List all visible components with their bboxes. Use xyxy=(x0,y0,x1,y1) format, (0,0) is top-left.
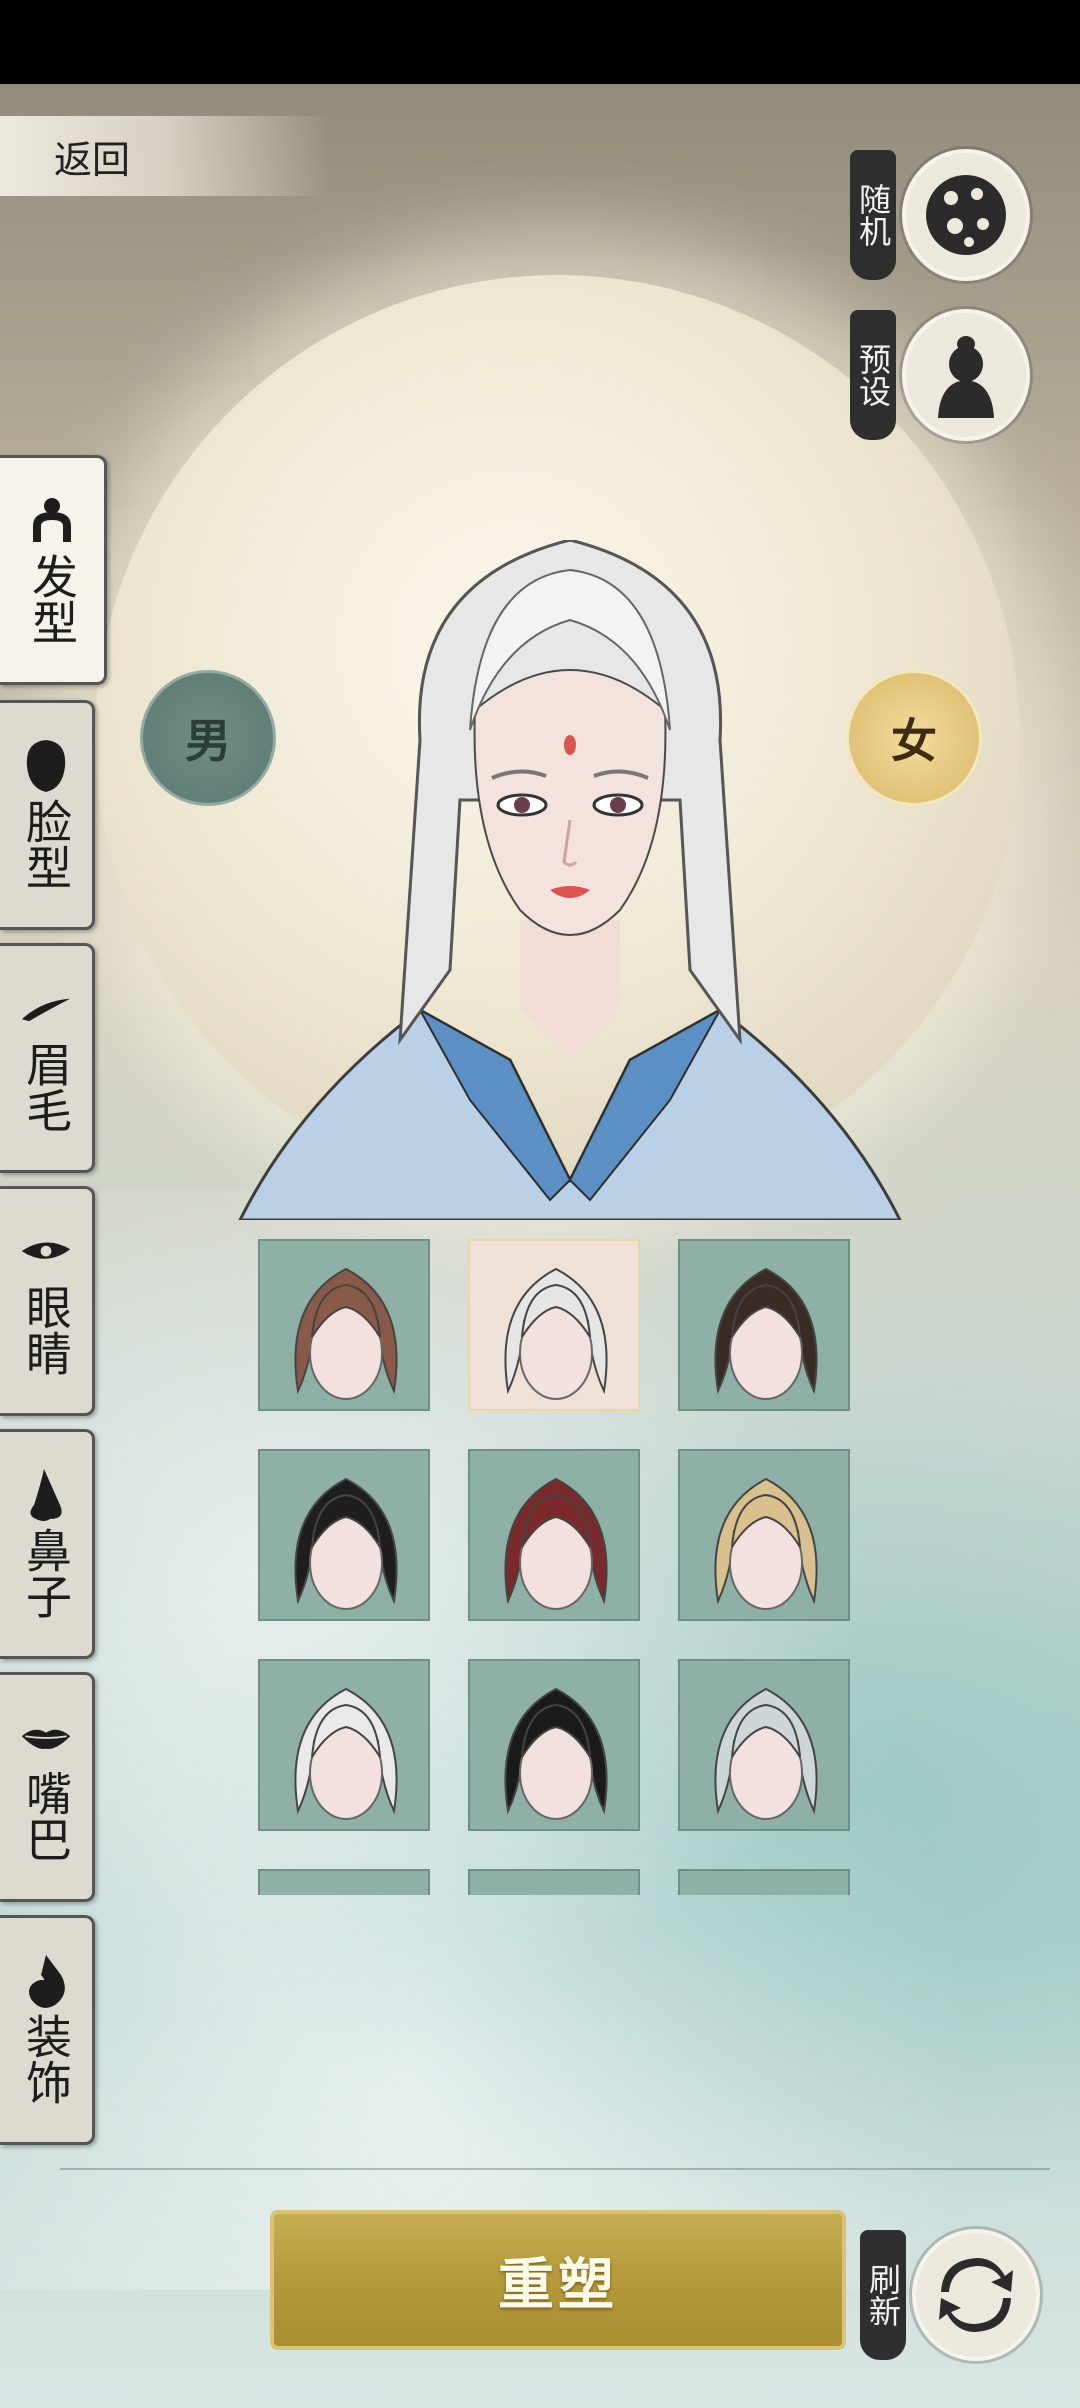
eye-icon xyxy=(20,1226,72,1278)
hairstyle-option[interactable] xyxy=(258,1239,430,1411)
tab-eyebrows[interactable]: 眉毛 xyxy=(0,943,95,1173)
hairstyle-option[interactable] xyxy=(468,1449,640,1621)
nose-icon xyxy=(20,1469,72,1521)
preset-label: 预设 xyxy=(850,310,896,440)
tab-decoration[interactable]: 装饰 xyxy=(0,1915,95,2145)
tab-nose[interactable]: 鼻子 xyxy=(0,1429,95,1659)
hairstyle-option[interactable] xyxy=(468,1239,640,1411)
character-portrait xyxy=(238,540,902,1220)
eyebrow-icon xyxy=(20,983,72,1035)
hairstyle-option[interactable] xyxy=(258,1869,430,1895)
divider xyxy=(60,2168,1050,2170)
back-button[interactable]: 返回 xyxy=(0,116,330,196)
refresh-icon xyxy=(912,2229,1040,2361)
head-silhouette-icon xyxy=(20,740,72,792)
lips-icon xyxy=(20,1712,72,1764)
ornament-icon xyxy=(20,1955,72,2008)
tab-mouth[interactable]: 嘴巴 xyxy=(0,1672,95,1902)
random-label: 随机 xyxy=(850,150,896,280)
tab-label: 眼睛 xyxy=(19,1284,73,1376)
preset-button[interactable]: 预设 xyxy=(850,305,1030,445)
status-bar xyxy=(0,0,1080,84)
hairstyle-option[interactable] xyxy=(258,1659,430,1831)
tab-label: 装饰 xyxy=(19,2013,73,2105)
tab-label: 发型 xyxy=(25,553,79,645)
hair-bun-icon xyxy=(26,495,78,547)
tab-face-shape[interactable]: 脸型 xyxy=(0,700,95,930)
tab-label: 脸型 xyxy=(19,798,73,890)
hairstyle-option[interactable] xyxy=(258,1449,430,1621)
reshape-label: 重塑 xyxy=(498,2252,618,2318)
character-creator-screen: 返回 随机 预设 男 女 发型 脸型 眉毛 眼睛 鼻子 嘴巴 装饰 重塑 刷新 xyxy=(0,0,1080,2408)
hairstyle-grid xyxy=(258,1195,858,1895)
hairstyle-option[interactable] xyxy=(678,1659,850,1831)
hairstyle-option[interactable] xyxy=(678,1449,850,1621)
back-label: 返回 xyxy=(54,137,131,182)
tab-label: 嘴巴 xyxy=(19,1770,73,1862)
reshape-button[interactable]: 重塑 xyxy=(270,2210,846,2350)
tab-hairstyle[interactable]: 发型 xyxy=(0,455,107,685)
hairstyle-option[interactable] xyxy=(678,1239,850,1411)
figure-silhouette-icon xyxy=(902,309,1030,441)
hairstyle-option[interactable] xyxy=(468,1659,640,1831)
refresh-label: 刷新 xyxy=(860,2230,906,2360)
hairstyle-option[interactable] xyxy=(468,1869,640,1895)
refresh-button[interactable]: 刷新 xyxy=(860,2225,1040,2365)
dice-icon xyxy=(902,149,1030,281)
random-button[interactable]: 随机 xyxy=(850,145,1030,285)
tab-label: 鼻子 xyxy=(19,1527,73,1619)
tab-eyes[interactable]: 眼睛 xyxy=(0,1186,95,1416)
hairstyle-option[interactable] xyxy=(678,1869,850,1895)
tab-label: 眉毛 xyxy=(19,1041,73,1133)
